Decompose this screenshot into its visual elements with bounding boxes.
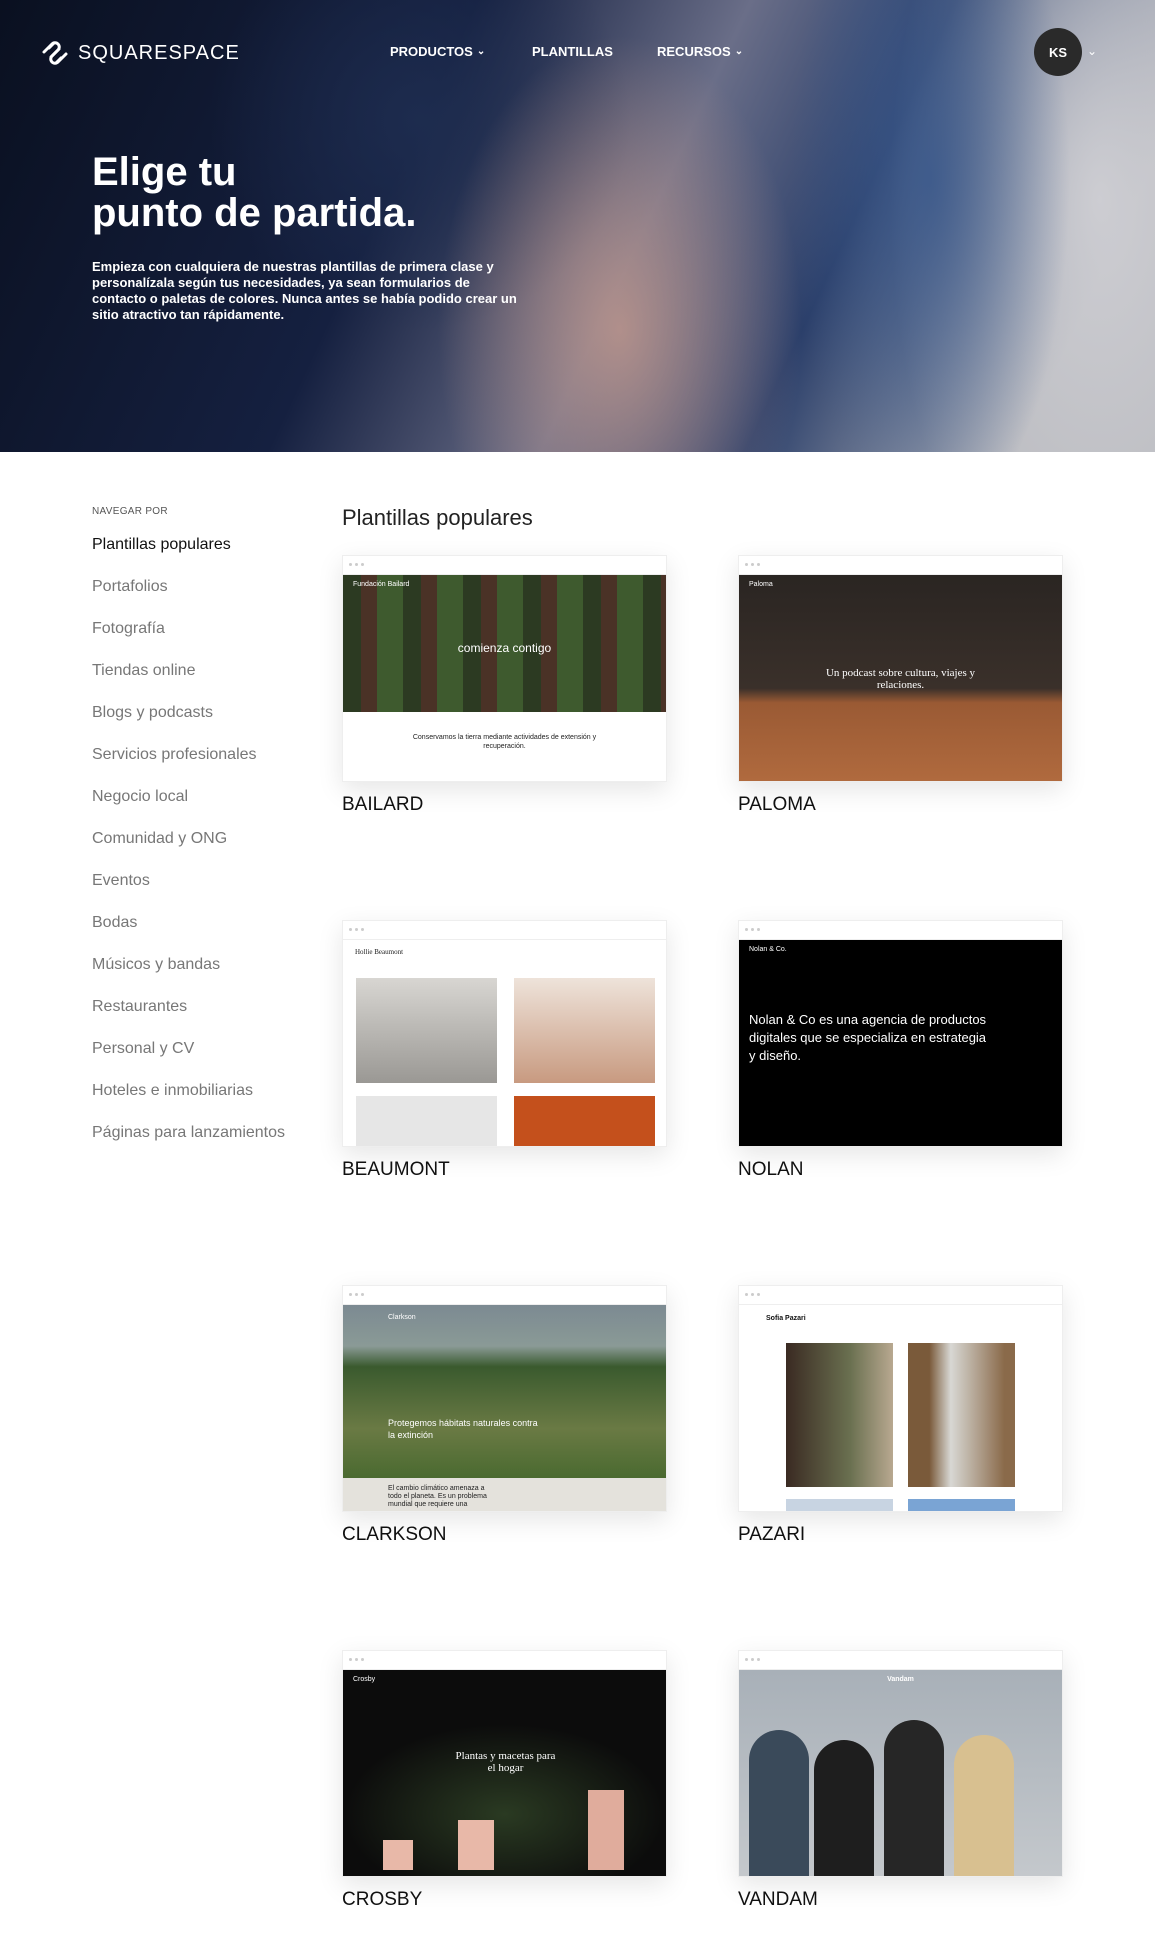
preview-headline: Un podcast sobre cultura, viajes y relac… (825, 667, 976, 691)
template-name[interactable]: VANDAM (738, 1889, 1063, 1911)
chevron-down-icon[interactable]: ⌄ (1087, 44, 1097, 58)
nav-recursos[interactable]: RECURSOS ⌄ (657, 44, 743, 59)
hero-title-line: punto de partida. (92, 191, 417, 235)
template-card-vandam[interactable]: Vandam VANDAM (738, 1650, 1063, 1911)
squarespace-logo-icon (42, 41, 68, 65)
preview-headline: comienza contigo (457, 641, 552, 655)
preview-headline: Nolan & Co es una agencia de productos d… (749, 1012, 987, 1063)
sidebar-item[interactable]: Tiendas online (92, 662, 285, 704)
chevron-down-icon: ⌄ (734, 46, 744, 57)
nav-productos[interactable]: PRODUCTOS ⌄ (390, 44, 485, 59)
nav-plantillas[interactable]: PLANTILLAS (532, 44, 613, 59)
nav-label: PLANTILLAS (532, 44, 613, 59)
sidebar-item[interactable]: Restaurantes (92, 998, 285, 1040)
sidebar-item[interactable]: Páginas para lanzamientos (92, 1124, 285, 1166)
template-preview[interactable]: Crosby Plantas y macetas para el hogar (342, 1650, 667, 1877)
user-avatar[interactable]: KS (1034, 28, 1082, 76)
nav-label: RECURSOS (657, 44, 731, 59)
template-preview[interactable]: Sofia Pazari (738, 1285, 1063, 1512)
browser-dots-icon (343, 1651, 666, 1670)
sidebar-item[interactable]: Músicos y bandas (92, 956, 285, 998)
template-name[interactable]: CLARKSON (342, 1524, 667, 1546)
template-name[interactable]: BEAUMONT (342, 1159, 667, 1181)
template-name[interactable]: PALOMA (738, 794, 1063, 816)
hero-title-line: Elige tu (92, 150, 237, 194)
template-name[interactable]: CROSBY (342, 1889, 667, 1911)
preview-brand: Fundación Bailard (353, 581, 410, 588)
preview-brand: Sofia Pazari (766, 1315, 806, 1322)
preview-body: Conservamos la tierra mediante actividad… (412, 734, 597, 750)
sidebar-item[interactable]: Personal y CV (92, 1040, 285, 1082)
browser-dots-icon (343, 1286, 666, 1305)
hero-description: Empieza con cualquiera de nuestras plant… (92, 259, 517, 322)
template-card-paloma[interactable]: Paloma Un podcast sobre cultura, viajes … (738, 555, 1063, 816)
preview-brand: Clarkson (388, 1314, 416, 1321)
preview-brand: Crosby (353, 1676, 376, 1683)
preview-headline: Plantas y macetas para el hogar (455, 1750, 556, 1774)
section-title: Plantillas populares (342, 505, 533, 530)
template-preview[interactable]: Fundación Bailard comienza contigo Conse… (342, 555, 667, 782)
template-preview[interactable]: Vandam (738, 1650, 1063, 1877)
browser-dots-icon (739, 921, 1062, 940)
sidebar-item[interactable]: Plantillas populares (92, 536, 285, 578)
squarespace-logo[interactable]: SQUARESPACE (40, 38, 240, 68)
sidebar-item[interactable]: Blogs y podcasts (92, 704, 285, 746)
sidebar-item[interactable]: Comunidad y ONG (92, 830, 285, 872)
sidebar-item[interactable]: Negocio local (92, 788, 285, 830)
template-card-nolan[interactable]: Nolan & Co. Nolan & Co es una agencia de… (738, 920, 1063, 1181)
template-card-clarkson[interactable]: Clarkson Protegemos hábitats naturales c… (342, 1285, 667, 1546)
browser-dots-icon (739, 1286, 1062, 1305)
preview-body: El cambio climático amenaza a todo el pl… (388, 1485, 487, 1508)
hero-banner: SQUARESPACE PRODUCTOS ⌄ PLANTILLAS RECURS… (0, 0, 1155, 452)
preview-brand: Nolan & Co. (749, 946, 787, 953)
template-preview[interactable]: Paloma Un podcast sobre cultura, viajes … (738, 555, 1063, 782)
sidebar-item[interactable]: Eventos (92, 872, 285, 914)
sidebar-heading: NAVEGAR POR (92, 506, 168, 517)
preview-brand: Hollie Beaumont (355, 948, 404, 956)
preview-brand: Vandam (887, 1676, 914, 1683)
sidebar-item[interactable]: Fotografía (92, 620, 285, 662)
chevron-down-icon: ⌄ (476, 46, 486, 57)
hero-title: Elige tu punto de partida. (92, 152, 492, 234)
template-preview[interactable]: Clarkson Protegemos hábitats naturales c… (342, 1285, 667, 1512)
template-card-bailard[interactable]: Fundación Bailard comienza contigo Conse… (342, 555, 667, 816)
template-name[interactable]: BAILARD (342, 794, 667, 816)
browser-dots-icon (343, 921, 666, 940)
template-name[interactable]: PAZARI (738, 1524, 1063, 1546)
sidebar-item[interactable]: Portafolios (92, 578, 285, 620)
sidebar-item[interactable]: Hoteles e inmobiliarias (92, 1082, 285, 1124)
template-preview[interactable]: Nolan & Co. Nolan & Co es una agencia de… (738, 920, 1063, 1147)
browser-dots-icon (343, 556, 666, 575)
template-card-beaumont[interactable]: Hollie Beaumont BEAUMONT (342, 920, 667, 1181)
template-preview[interactable]: Hollie Beaumont (342, 920, 667, 1147)
preview-headline: Protegemos hábitats naturales contra la … (388, 1418, 538, 1440)
browser-dots-icon (739, 556, 1062, 575)
template-name[interactable]: NOLAN (738, 1159, 1063, 1181)
brand-name: SQUARESPACE (78, 41, 240, 64)
template-card-crosby[interactable]: Crosby Plantas y macetas para el hogar C… (342, 1650, 667, 1911)
sidebar-nav: Plantillas populares Portafolios Fotogra… (92, 536, 285, 1166)
preview-brand: Paloma (749, 581, 773, 588)
sidebar-item[interactable]: Servicios profesionales (92, 746, 285, 788)
template-card-pazari[interactable]: Sofia Pazari PAZARI (738, 1285, 1063, 1546)
nav-label: PRODUCTOS (390, 44, 473, 59)
sidebar-item[interactable]: Bodas (92, 914, 285, 956)
browser-dots-icon (739, 1651, 1062, 1670)
